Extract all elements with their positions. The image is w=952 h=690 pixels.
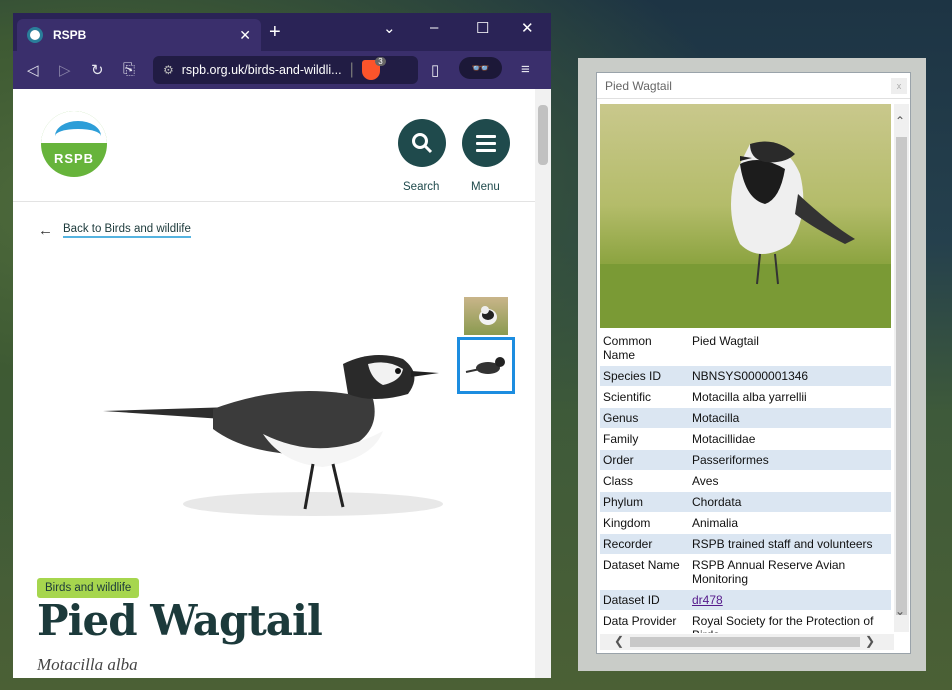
- row-key: Dataset ID: [603, 593, 660, 607]
- species-photo: [600, 104, 891, 328]
- table-row: Dataset Name RSPB Annual Reserve Avian Mo…: [600, 555, 891, 590]
- dataset-id-link[interactable]: dr478: [692, 593, 723, 607]
- row-value: Motacilla: [692, 411, 740, 425]
- row-value: RSPB trained staff and volunteers: [692, 537, 873, 551]
- browser-window: RSPB ✕ + ⌄ – ☐ ✕ ◁ ▷ ↻ ⎘ ⚙ rspb.org.uk/b…: [13, 13, 551, 678]
- url-separator: |: [349, 61, 354, 78]
- address-bar[interactable]: ⚙ rspb.org.uk/birds-and-wildli... | 3: [153, 56, 418, 84]
- menu-label[interactable]: Menu: [471, 181, 500, 193]
- row-value: Aves: [692, 474, 719, 488]
- popup-title: Pied Wagtail: [597, 73, 910, 99]
- forward-icon[interactable]: ▷: [59, 61, 71, 79]
- tab-rspb[interactable]: RSPB ✕: [17, 19, 261, 51]
- page-scrollbar[interactable]: [535, 89, 551, 678]
- popup-vscroll-thumb[interactable]: [896, 137, 907, 615]
- table-row: Species ID NBNSYS0000001346: [600, 366, 891, 387]
- row-value: Animalia: [692, 516, 739, 530]
- row-key: Class: [603, 474, 634, 488]
- tab-list-icon[interactable]: ⌄: [383, 19, 396, 37]
- wagtail-illustration: [103, 355, 443, 516]
- url-text[interactable]: rspb.org.uk/birds-and-wildli...: [182, 63, 342, 77]
- menu-icon[interactable]: ≡: [521, 61, 530, 78]
- menu-button[interactable]: [462, 119, 510, 167]
- row-key: Species ID: [603, 369, 662, 383]
- bookmark-icon[interactable]: ⎘: [123, 61, 135, 78]
- header-divider: [13, 201, 535, 202]
- logo-arc: [55, 121, 101, 151]
- row-value: Motacillidae: [692, 432, 756, 446]
- tab-title: RSPB: [53, 28, 87, 42]
- table-row: Order Passeriformes: [600, 450, 891, 471]
- table-row: Class Aves: [600, 471, 891, 492]
- popup-horizontal-scrollbar[interactable]: ❮ ❯: [600, 634, 894, 650]
- row-value: Royal Society for the Protection of Bird…: [692, 614, 874, 633]
- row-value: dr478: [689, 590, 891, 610]
- row-value: Motacilla alba yarrellii: [692, 390, 807, 404]
- tab-bar: RSPB ✕ + ⌄ – ☐ ✕: [13, 13, 551, 51]
- popup-vertical-scrollbar[interactable]: ⌃ ⌄: [894, 104, 909, 632]
- row-key: Scientific: [603, 390, 652, 404]
- popup-close-button[interactable]: x: [891, 78, 907, 94]
- row-value: NBNSYS0000001346: [692, 369, 809, 383]
- scroll-up-icon[interactable]: ⌃: [895, 114, 905, 128]
- tab-close-icon[interactable]: ✕: [239, 27, 251, 44]
- rspb-favicon-icon: [27, 27, 43, 43]
- table-row: Genus Motacilla: [600, 408, 891, 429]
- scroll-down-icon[interactable]: ⌄: [895, 604, 905, 618]
- search-icon: [412, 133, 433, 154]
- brave-shield-icon[interactable]: 3: [361, 57, 386, 80]
- row-value: Pied Wagtail: [692, 334, 759, 348]
- scientific-name: Motacilla alba: [37, 655, 138, 674]
- row-key: Data Provider: [603, 614, 677, 628]
- reload-icon[interactable]: ↻: [91, 61, 104, 79]
- minimize-button[interactable]: –: [430, 19, 438, 36]
- site-info-icon[interactable]: ⚙: [163, 63, 174, 77]
- row-key: Recorder: [603, 537, 653, 551]
- row-key: Genus: [603, 411, 639, 425]
- web-page: RSPB Search Menu ← Back to Birds and wil…: [13, 89, 535, 678]
- table-row: Phylum Chordata: [600, 492, 891, 513]
- back-arrow-icon: ←: [38, 222, 53, 239]
- reader-mode-icon[interactable]: 👓: [459, 57, 502, 79]
- search-button[interactable]: [398, 119, 446, 167]
- species-details-table: Common Name Pied Wagtail Species ID NBNSYS0…: [600, 331, 891, 633]
- table-row: Data Provider Royal Society for the Prote…: [600, 611, 891, 633]
- table-row: Recorder RSPB trained staff and volunteer…: [600, 534, 891, 555]
- row-key: Family: [603, 432, 639, 446]
- back-link[interactable]: ← Back to Birds and wildlife: [38, 222, 191, 239]
- table-row: Kingdom Animalia: [600, 513, 891, 534]
- category-tag[interactable]: Birds and wildlife: [37, 578, 140, 598]
- browser-toolbar: ◁ ▷ ↻ ⎘ ⚙ rspb.org.uk/birds-and-wildli..…: [13, 51, 551, 89]
- table-row: Family Motacillidae: [600, 429, 891, 450]
- new-tab-button[interactable]: +: [269, 21, 281, 44]
- table-row: Scientific Motacilla alba yarrellii: [600, 387, 891, 408]
- close-window-button[interactable]: ✕: [521, 19, 534, 37]
- row-key: Dataset Name: [603, 558, 680, 572]
- wagtail-photo: [600, 141, 891, 328]
- scroll-left-icon[interactable]: ❮: [614, 634, 624, 648]
- table-row: Common Name Pied Wagtail: [600, 331, 891, 366]
- logo-text: RSPB: [53, 151, 95, 166]
- row-key: Order: [603, 453, 634, 467]
- rspb-logo[interactable]: RSPB: [41, 111, 107, 177]
- row-key: Common Name: [603, 334, 652, 362]
- hamburger-icon: [476, 135, 496, 152]
- row-key: Kingdom: [603, 516, 651, 530]
- sidebar-icon[interactable]: ▯: [431, 61, 439, 79]
- row-value: RSPB Annual Reserve Avian Monitoring: [692, 558, 846, 586]
- shield-count: 3: [375, 57, 386, 66]
- maximize-button[interactable]: ☐: [476, 19, 489, 37]
- back-link-label[interactable]: Back to Birds and wildlife: [63, 223, 191, 238]
- row-value: Passeriformes: [692, 453, 769, 467]
- table-row: Dataset ID dr478: [600, 590, 891, 611]
- search-label[interactable]: Search: [403, 181, 439, 193]
- page-title: Pied Wagtail: [37, 596, 323, 645]
- row-key: Phylum: [603, 495, 644, 509]
- back-icon[interactable]: ◁: [27, 61, 39, 79]
- page-scrollbar-thumb[interactable]: [538, 105, 548, 165]
- popup-hscroll-thumb[interactable]: [630, 637, 860, 647]
- scroll-right-icon[interactable]: ❯: [865, 634, 875, 648]
- row-value: Chordata: [692, 495, 742, 509]
- species-info-popup: Pied Wagtail x Common Name Pied Wagtail Sp…: [596, 72, 911, 654]
